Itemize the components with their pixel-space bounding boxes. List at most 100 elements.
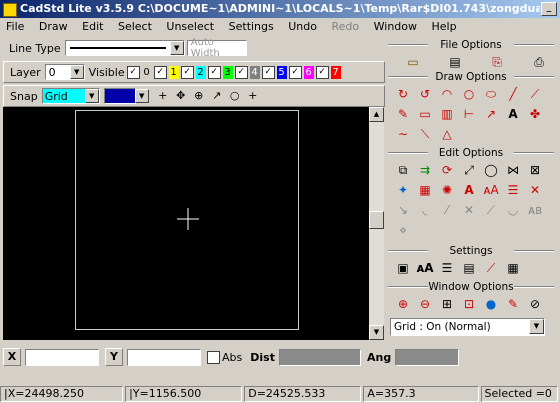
copy-icon[interactable]: ⧉ xyxy=(392,160,414,180)
hatch-icon[interactable]: ▥ xyxy=(436,104,458,124)
layer-0-checkbox[interactable]: ✓ xyxy=(126,65,140,79)
layer-edit-icon[interactable]: ☰ xyxy=(502,180,524,200)
snap-circle-icon[interactable]: ○ xyxy=(227,88,243,104)
scroll-up-icon[interactable]: ▲ xyxy=(369,107,384,122)
font-icon[interactable]: ᴀA xyxy=(414,258,436,278)
extend-icon[interactable]: ↘ xyxy=(392,200,414,220)
snap-icon[interactable]: ⟋ xyxy=(480,258,502,278)
export-icon[interactable]: ⎘ xyxy=(476,52,518,72)
menu-unselect[interactable]: Unselect xyxy=(160,18,219,35)
text-edit-icon[interactable]: A xyxy=(458,180,480,200)
rotate-icon[interactable]: ⟳ xyxy=(436,160,458,180)
linetype-select[interactable]: ▼ xyxy=(64,40,185,56)
zoom-all-icon[interactable]: ⊞ xyxy=(436,294,458,314)
snap-color-select[interactable]: ▼ xyxy=(103,88,149,104)
menu-help[interactable]: Help xyxy=(426,18,462,35)
pencil-icon[interactable]: ✎ xyxy=(392,104,414,124)
explode-icon[interactable]: ✦ xyxy=(392,180,414,200)
layer-5-checkbox[interactable]: ✓ xyxy=(261,65,275,79)
scale-icon[interactable]: ⊠ xyxy=(524,160,546,180)
zoom-previous-icon[interactable]: ⊘ xyxy=(524,294,546,314)
menu-select[interactable]: Select xyxy=(112,18,157,35)
dimension-icon[interactable]: ⊢ xyxy=(458,104,480,124)
snap-move-icon[interactable]: ✥ xyxy=(173,88,189,104)
fillet-icon[interactable]: ◟ xyxy=(414,200,436,220)
save-icon[interactable]: ▤ xyxy=(434,52,476,72)
trim-icon[interactable]: ✕ xyxy=(524,180,546,200)
layer-7-checkbox[interactable]: ✓ xyxy=(315,65,329,79)
menu-settings[interactable]: Settings xyxy=(223,18,279,35)
scroll-thumb[interactable] xyxy=(369,211,384,229)
point-icon[interactable]: ⋄ xyxy=(392,220,414,240)
leader-icon[interactable]: ↗ xyxy=(480,104,502,124)
chevron-down-icon[interactable]: ▼ xyxy=(84,89,99,103)
layer-3-checkbox[interactable]: ✓ xyxy=(207,65,221,79)
arc-ccw-icon[interactable]: ↺ xyxy=(414,84,436,104)
snap-select[interactable]: Grid ▼ xyxy=(41,88,100,104)
minimize-button[interactable]: _ xyxy=(541,2,557,16)
zoom-in-icon[interactable]: ⊕ xyxy=(392,294,414,314)
vertical-scrollbar[interactable]: ▲ ▼ xyxy=(369,107,384,340)
scroll-down-icon[interactable]: ▼ xyxy=(369,325,384,340)
array-icon[interactable]: ▦ xyxy=(414,180,436,200)
pan-icon[interactable]: ● xyxy=(480,294,502,314)
stretch-icon[interactable]: ⤢ xyxy=(458,160,480,180)
intersect-icon[interactable]: ✕ xyxy=(458,200,480,220)
join-icon[interactable]: ⟋ xyxy=(480,200,502,220)
move-icon[interactable]: ⇉ xyxy=(414,160,436,180)
snap-add-icon[interactable]: + xyxy=(245,88,261,104)
menu-file[interactable]: File xyxy=(0,18,29,35)
snap-center-icon[interactable]: ⊕ xyxy=(191,88,207,104)
break-icon[interactable]: ✺ xyxy=(436,180,458,200)
snap-line-icon[interactable]: ↗ xyxy=(209,88,225,104)
print-icon[interactable]: ⎙ xyxy=(518,52,560,72)
drawing-canvas[interactable] xyxy=(3,107,369,340)
linetype-icon[interactable]: ☰ xyxy=(436,258,458,278)
pattern-icon[interactable]: ▦ xyxy=(502,258,524,278)
y-input[interactable] xyxy=(127,348,201,366)
arc-3pt-icon[interactable]: ◠ xyxy=(436,84,458,104)
line-icon[interactable]: ╱ xyxy=(502,84,524,104)
mirror-icon[interactable]: ⋈ xyxy=(502,160,524,180)
triangle-icon[interactable]: △ xyxy=(436,124,458,144)
dist-field[interactable] xyxy=(278,348,361,366)
offset-icon[interactable]: ◯ xyxy=(480,160,502,180)
menu-window[interactable]: Window xyxy=(368,18,422,35)
menu-undo[interactable]: Undo xyxy=(282,18,322,35)
grid-status-select[interactable]: Grid : On (Normal) ▼ xyxy=(390,318,545,336)
rectangle-icon[interactable]: ▭ xyxy=(414,104,436,124)
arc-icon[interactable]: ↻ xyxy=(392,84,414,104)
zoom-out-icon[interactable]: ⊖ xyxy=(414,294,436,314)
curve-icon[interactable]: ∼ xyxy=(392,124,414,144)
grid-icon[interactable]: ▣ xyxy=(392,258,414,278)
menu-draw[interactable]: Draw xyxy=(33,18,73,35)
text-icon[interactable]: A xyxy=(502,104,524,124)
chevron-down-icon[interactable]: ▼ xyxy=(169,41,184,55)
menu-edit[interactable]: Edit xyxy=(76,18,108,35)
chevron-down-icon[interactable]: ▼ xyxy=(134,89,149,103)
redraw-icon[interactable]: ✎ xyxy=(502,294,524,314)
ellipse-icon[interactable]: ⬭ xyxy=(480,84,502,104)
layer-1-checkbox[interactable]: ✓ xyxy=(153,65,167,79)
layer-2-checkbox[interactable]: ✓ xyxy=(180,65,194,79)
width-input[interactable]: Auto Width xyxy=(186,37,247,59)
symbol-icon[interactable]: ✤ xyxy=(524,104,546,124)
divide-icon[interactable]: ⁄ xyxy=(436,200,458,220)
x-input[interactable] xyxy=(25,348,99,366)
properties-icon[interactable]: ▤ xyxy=(458,258,480,278)
chamfer-icon[interactable]: ⟍ xyxy=(414,124,436,144)
erase-icon[interactable]: ᴀʙ xyxy=(524,200,546,220)
measure-icon[interactable]: ◡ xyxy=(502,200,524,220)
open-icon[interactable]: ▭ xyxy=(392,52,434,72)
layer-4-checkbox[interactable]: ✓ xyxy=(234,65,248,79)
chevron-down-icon[interactable]: ▼ xyxy=(529,319,544,334)
chevron-down-icon[interactable]: ▼ xyxy=(69,65,84,79)
circle-icon[interactable]: ○ xyxy=(458,84,480,104)
snap-point-icon[interactable]: + xyxy=(155,88,171,104)
abs-checkbox[interactable] xyxy=(207,350,220,364)
text-style-icon[interactable]: ᴀA xyxy=(480,180,502,200)
layer-6-checkbox[interactable]: ✓ xyxy=(288,65,302,79)
zoom-window-icon[interactable]: ⊡ xyxy=(458,294,480,314)
polyline-icon[interactable]: ⟋ xyxy=(524,84,546,104)
layer-select[interactable]: 0 ▼ xyxy=(44,64,85,80)
